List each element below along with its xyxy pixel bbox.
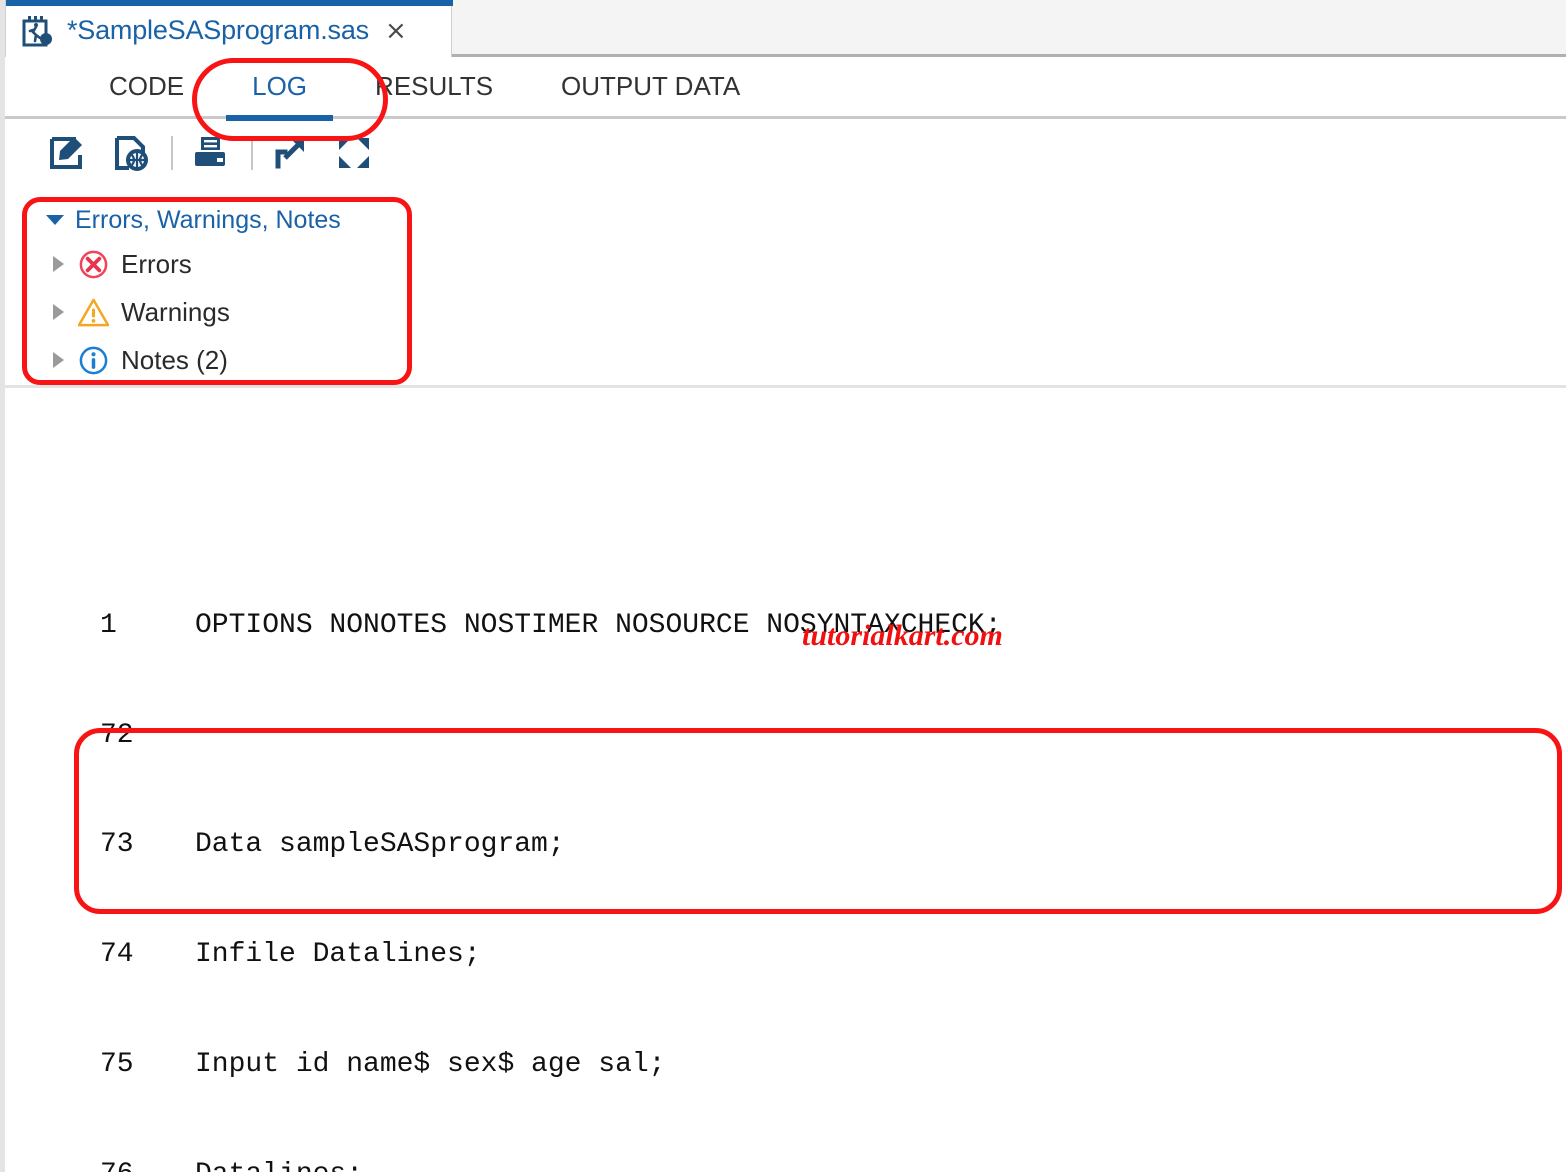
log-toolbar: [5, 122, 1566, 184]
tree-item-notes[interactable]: Notes (2): [40, 336, 410, 384]
toolbar-divider-2: [251, 136, 253, 170]
chevron-right-icon[interactable]: [53, 352, 64, 368]
view-tab-strip: CODE LOG RESULTS OUTPUT DATA: [5, 57, 1566, 119]
chevron-right-icon[interactable]: [53, 304, 64, 320]
close-icon[interactable]: ×: [385, 18, 407, 44]
maximize-view-icon: [335, 134, 373, 172]
sas-program-file-icon: [21, 14, 55, 48]
log-line: 72: [0, 718, 1566, 755]
tab-log-label: LOG: [252, 71, 307, 102]
errors-warnings-notes-tree: Errors, Warnings, Notes Errors Warnings: [40, 200, 410, 384]
sas-studio-log-view: *SampleSASprogram.sas × CODE LOG RESULTS…: [0, 0, 1566, 1172]
log-line: 75Input id name$ sex$ age sal;: [0, 1047, 1566, 1084]
tab-code-label: CODE: [109, 71, 184, 102]
log-line: 73Data sampleSASprogram;: [0, 827, 1566, 864]
tree-item-warnings[interactable]: Warnings: [40, 288, 410, 336]
log-properties-button[interactable]: [107, 130, 153, 176]
log-line-number: 73: [0, 827, 195, 864]
log-line-number: 72: [0, 718, 195, 755]
toolbar-divider-1: [171, 136, 173, 170]
log-line: 74Infile Datalines;: [0, 937, 1566, 974]
tree-item-errors[interactable]: Errors: [40, 240, 410, 288]
tab-output-data-label: OUTPUT DATA: [561, 71, 740, 102]
log-line-number: 76: [0, 1157, 195, 1172]
section-divider: [5, 385, 1566, 388]
chevron-right-icon[interactable]: [53, 256, 64, 272]
log-properties-icon: [111, 134, 149, 172]
open-in-new-window-button[interactable]: [267, 130, 313, 176]
tab-code[interactable]: CODE: [75, 56, 218, 118]
edit-log-icon: [47, 134, 85, 172]
file-tab-title: *SampleSASprogram.sas: [67, 15, 369, 46]
log-line-text: Infile Datalines;: [195, 939, 481, 970]
tab-results-label: RESULTS: [375, 71, 493, 102]
log-line-text: Input id name$ sex$ age sal;: [195, 1049, 665, 1080]
tab-log[interactable]: LOG: [218, 56, 341, 118]
log-line-number: 75: [0, 1047, 195, 1084]
log-line-text: Data sampleSASprogram;: [195, 829, 565, 860]
watermark: tutorialkart.com: [802, 619, 1003, 653]
tab-output-data[interactable]: OUTPUT DATA: [527, 56, 774, 118]
tree-item-errors-label: Errors: [121, 249, 192, 280]
log-line-number: 1: [0, 608, 195, 645]
warning-icon: [78, 297, 109, 328]
tree-header-label: Errors, Warnings, Notes: [75, 206, 341, 235]
tree-item-warnings-label: Warnings: [121, 297, 230, 328]
print-icon: [191, 134, 229, 172]
edit-log-button[interactable]: [43, 130, 89, 176]
note-icon: [78, 345, 109, 376]
tree-item-notes-label: Notes (2): [121, 345, 228, 376]
maximize-view-button[interactable]: [331, 130, 377, 176]
print-button[interactable]: [187, 130, 233, 176]
log-line-number: 74: [0, 937, 195, 974]
open-in-window-icon: [271, 134, 309, 172]
error-icon: [78, 249, 109, 280]
log-output[interactable]: 1OPTIONS NONOTES NOSTIMER NOSOURCE NOSYN…: [0, 498, 1566, 1172]
log-line: 76Datalines;: [0, 1157, 1566, 1172]
tab-results[interactable]: RESULTS: [341, 56, 527, 118]
file-tab-sampleSASprogram[interactable]: *SampleSASprogram.sas ×: [5, 0, 452, 57]
tree-header-errors-warnings-notes[interactable]: Errors, Warnings, Notes: [40, 200, 410, 240]
log-line-text: Datalines;: [195, 1159, 363, 1172]
log-line: 1OPTIONS NONOTES NOSTIMER NOSOURCE NOSYN…: [0, 608, 1566, 645]
chevron-down-icon[interactable]: [46, 215, 64, 225]
